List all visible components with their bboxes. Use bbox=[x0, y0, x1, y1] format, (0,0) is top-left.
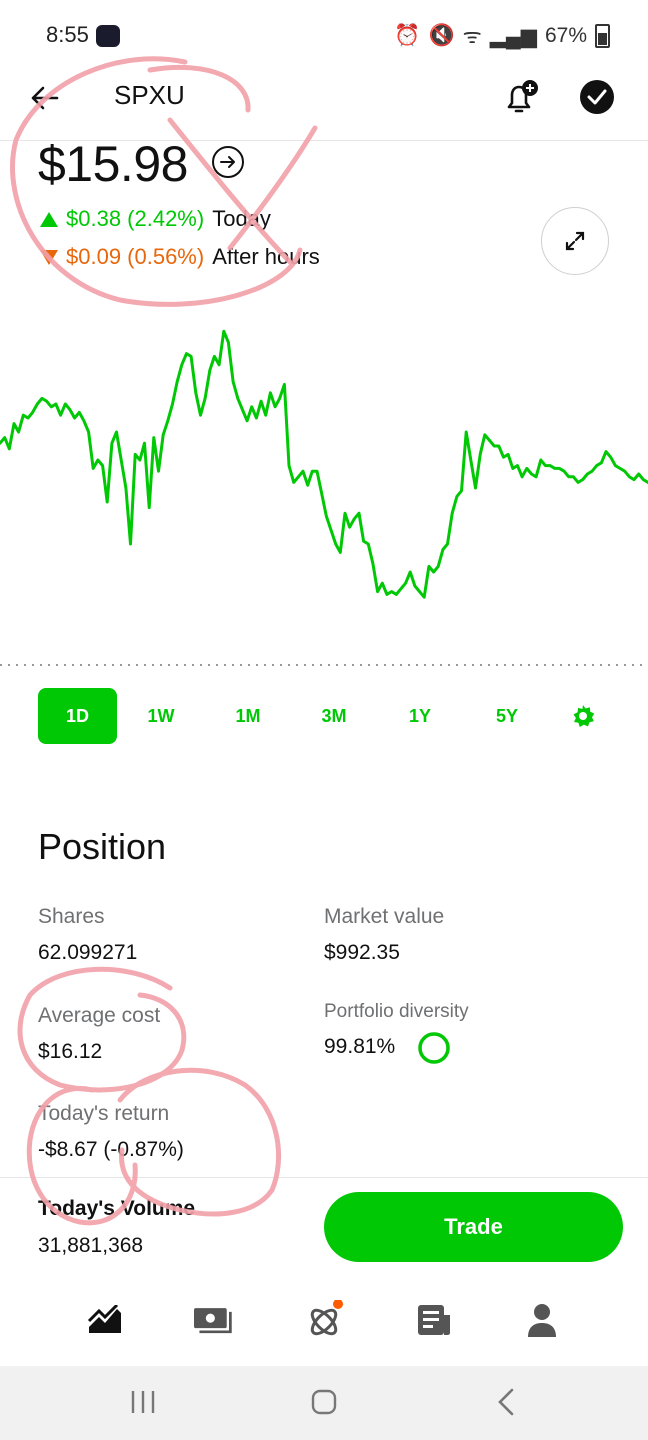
market-value-label: Market value bbox=[324, 905, 445, 928]
status-icons: ⏰ 🔇 ᯤ ▂▄▆ 67% bbox=[394, 22, 610, 50]
signal-icon: ▂▄▆ bbox=[489, 24, 537, 48]
portfolio-diversity-label: Portfolio diversity bbox=[324, 1001, 469, 1022]
price-line bbox=[0, 329, 648, 599]
tab-1y[interactable]: 1Y bbox=[395, 688, 445, 744]
todays-volume-value: 31,881,368 bbox=[38, 1234, 144, 1257]
current-price: $15.98 bbox=[38, 136, 188, 192]
battery-icon bbox=[595, 24, 610, 48]
price-detail-arrow-icon[interactable] bbox=[212, 146, 244, 178]
average-cost-value: $16.12 bbox=[38, 1040, 103, 1063]
portfolio-diversity-value: 99.81% bbox=[324, 1035, 396, 1058]
battery-level: 67% bbox=[544, 24, 587, 47]
recent-apps-icon[interactable] bbox=[130, 1390, 156, 1419]
average-cost-label: Average cost bbox=[38, 1004, 161, 1027]
today-label: Today bbox=[212, 206, 271, 231]
cash-icon[interactable] bbox=[194, 1300, 234, 1340]
tab-1m[interactable]: 1M bbox=[223, 688, 273, 744]
todays-return-value: -$8.67 (-0.87%) bbox=[38, 1138, 184, 1161]
today-change-value: $0.38 (2.42%) bbox=[66, 206, 205, 231]
watchlist-check-icon[interactable] bbox=[580, 80, 614, 114]
bottom-panel-divider bbox=[0, 1177, 648, 1178]
todays-volume-label: Today's Volume bbox=[38, 1197, 196, 1220]
expand-chart-button[interactable] bbox=[541, 207, 609, 275]
investing-icon[interactable] bbox=[85, 1300, 125, 1340]
after-hours-row: $0.09 (0.56%) After hours bbox=[40, 244, 320, 270]
position-title: Position bbox=[38, 826, 167, 867]
wifi-icon: ᯤ bbox=[462, 25, 482, 48]
diversity-ring-icon[interactable] bbox=[416, 1030, 452, 1066]
price-chart[interactable] bbox=[0, 300, 648, 675]
notification-app-icon bbox=[96, 25, 120, 47]
account-icon[interactable] bbox=[522, 1300, 562, 1340]
tab-1w[interactable]: 1W bbox=[136, 688, 186, 744]
alarm-icon: ⏰ bbox=[394, 24, 421, 47]
trade-button[interactable]: Trade bbox=[324, 1192, 623, 1262]
back-icon[interactable] bbox=[496, 1388, 516, 1421]
tab-1d[interactable]: 1D bbox=[38, 688, 117, 744]
expand-icon bbox=[565, 231, 585, 251]
mute-icon: 🔇 bbox=[428, 24, 455, 47]
tab-3m[interactable]: 3M bbox=[309, 688, 359, 744]
tab-5y[interactable]: 5Y bbox=[482, 688, 532, 744]
shares-value: 62.099271 bbox=[38, 941, 138, 964]
back-arrow-icon[interactable] bbox=[26, 80, 62, 116]
system-nav-bar bbox=[0, 1366, 648, 1440]
status-bar: 8:55 ⏰ 🔇 ᯤ ▂▄▆ 67% bbox=[0, 0, 648, 70]
news-icon[interactable] bbox=[414, 1300, 454, 1340]
todays-return-label: Today's return bbox=[38, 1102, 170, 1125]
after-hours-change-value: $0.09 (0.56%) bbox=[66, 244, 205, 269]
status-time: 8:55 bbox=[46, 22, 89, 47]
chart-settings-gear-icon[interactable] bbox=[568, 688, 598, 744]
home-icon[interactable] bbox=[311, 1388, 337, 1421]
ticker-symbol: SPXU bbox=[114, 80, 185, 110]
shares-label: Shares bbox=[38, 905, 105, 928]
today-change-row: $0.38 (2.42%) Today bbox=[40, 206, 271, 232]
range-tabs: 1D 1W 1M 3M 1Y 5Y bbox=[38, 688, 608, 746]
up-triangle-icon bbox=[40, 211, 58, 227]
add-alert-bell-icon[interactable] bbox=[502, 78, 540, 118]
after-hours-label: After hours bbox=[212, 244, 320, 269]
market-value: $992.35 bbox=[324, 941, 400, 964]
crypto-icon[interactable] bbox=[304, 1300, 344, 1340]
down-triangle-icon bbox=[40, 249, 58, 265]
